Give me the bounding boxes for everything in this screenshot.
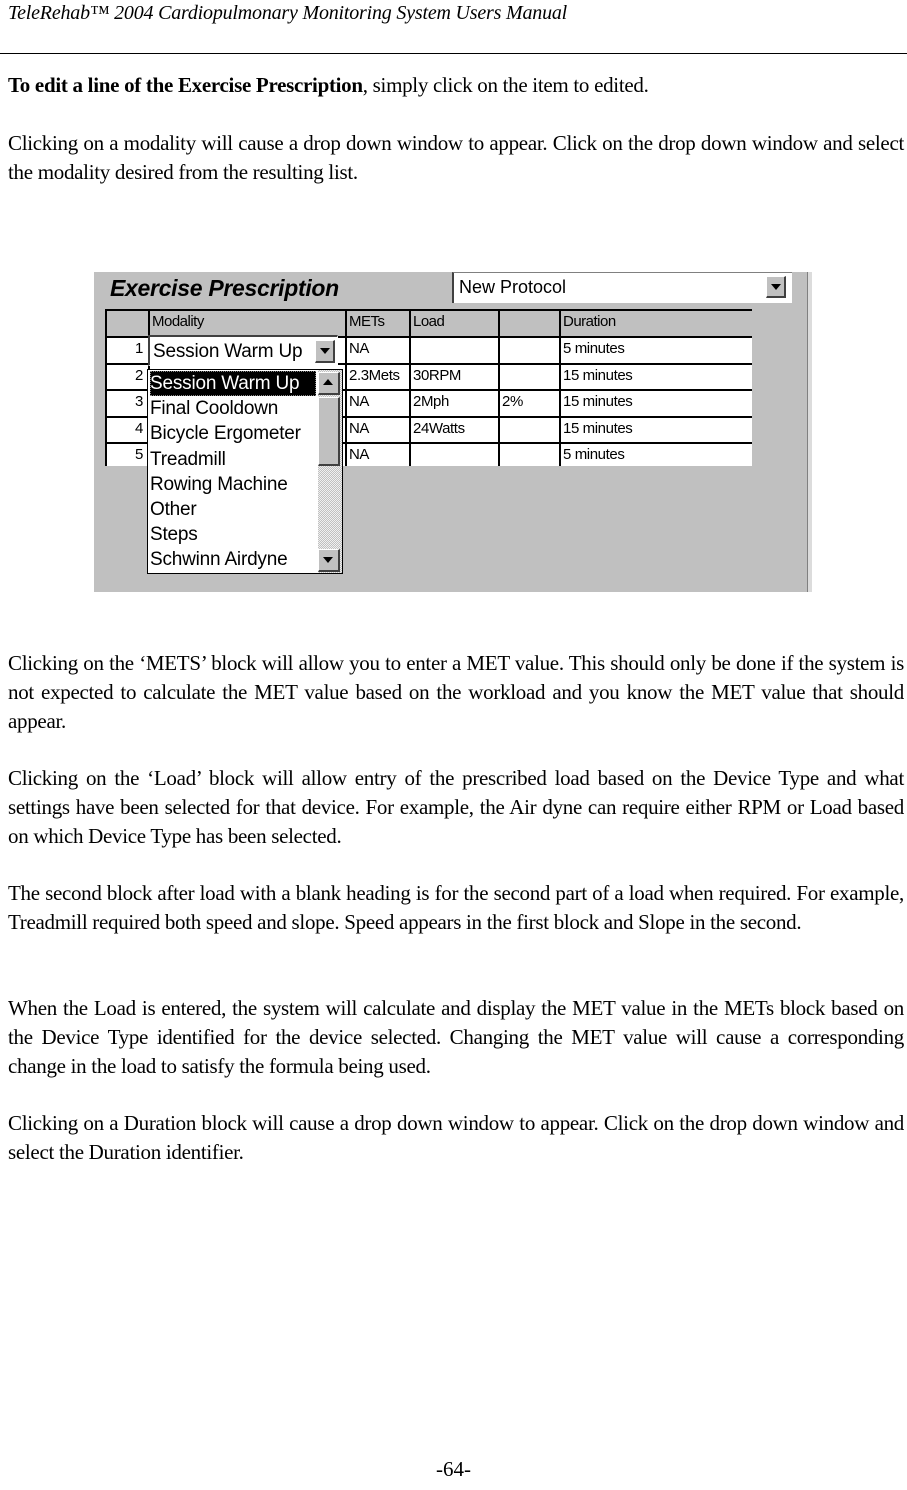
grid-cell-mets[interactable]: NA	[345, 336, 409, 364]
grid-cell-load2[interactable]	[498, 362, 559, 390]
modality-option[interactable]: Schwinn Airdyne	[150, 547, 316, 572]
modality-option[interactable]: Treadmill	[150, 447, 316, 472]
header-cell-load2	[498, 309, 559, 336]
header-cell-modality: Modality	[148, 309, 345, 336]
grid-cell-load2[interactable]	[498, 415, 559, 443]
grid-cell-load2[interactable]: 2%	[498, 389, 559, 417]
header-cell-mets: METs	[345, 309, 409, 336]
modality-option[interactable]: Steps	[150, 522, 316, 547]
scroll-up-button[interactable]	[318, 372, 340, 395]
protocol-value: New Protocol	[459, 277, 567, 297]
modality-option[interactable]: Other	[150, 497, 316, 522]
modality-option[interactable]: Bicycle Ergometer	[150, 421, 316, 446]
modality-option[interactable]: Final Cooldown	[150, 396, 316, 421]
paragraph-duration: Clicking on a Duration block will cause …	[8, 1111, 904, 1164]
paragraph-text: , simply click on the item to edited.	[362, 73, 649, 97]
panel-edge	[807, 272, 812, 592]
header-cell-load: Load	[409, 309, 498, 336]
exercise-prescription-screenshot: Exercise Prescription New Protocol Modal…	[94, 272, 812, 592]
panel-title: Exercise Prescription	[110, 275, 339, 301]
protocol-select[interactable]: New Protocol	[452, 272, 792, 303]
grid-cell-num: 4	[105, 415, 148, 443]
chevron-down-icon	[323, 557, 333, 563]
grid-cell-load[interactable]	[409, 336, 498, 364]
grid-cell-mets[interactable]: NA	[345, 442, 409, 466]
chevron-up-icon	[323, 379, 333, 385]
grid-cell-num: 3	[105, 389, 148, 417]
grid-cell-mets[interactable]: NA	[345, 389, 409, 417]
document-header: TeleRehab™ 2004 Cardiopulmonary Monitori…	[8, 2, 568, 24]
grid-cell-duration[interactable]: 15 minutes	[559, 415, 752, 443]
modality-option[interactable]: Session Warm Up	[150, 371, 316, 396]
paragraph-mets: Clicking on the ‘METS’ block will allow …	[8, 651, 904, 733]
grid-cell-duration[interactable]: 5 minutes	[559, 442, 752, 466]
grid-cell-load[interactable]: 2Mph	[409, 389, 498, 417]
grid-cell-load[interactable]	[409, 442, 498, 466]
paragraph-second-block: The second block after load with a blank…	[8, 881, 904, 934]
grid-cell-mets[interactable]: 2.3Mets	[345, 362, 409, 390]
grid-cell-num: 1	[105, 336, 148, 364]
modality-dropdown-list[interactable]: Schwinn Airdyne Steps Other Rowing Machine T…	[147, 369, 343, 574]
grid-cell-load[interactable]: 30RPM	[409, 362, 498, 390]
chevron-down-icon	[320, 348, 330, 354]
list-scrollbar[interactable]	[318, 370, 342, 573]
header-rule	[0, 53, 907, 54]
scroll-thumb[interactable]	[318, 397, 340, 466]
modality-combo[interactable]: Session Warm Up	[148, 335, 338, 366]
header-cell-index	[105, 309, 148, 336]
modality-dropdown-button[interactable]	[315, 340, 335, 363]
grid-cell-load2[interactable]	[498, 442, 559, 466]
modality-combo-value: Session Warm Up	[153, 341, 303, 362]
protocol-dropdown-button[interactable]	[766, 276, 786, 298]
grid-cell-load2[interactable]	[498, 336, 559, 364]
bold-lead: To edit a line of the Exercise Prescript…	[8, 73, 363, 97]
header-cell-duration: Duration	[559, 309, 752, 336]
grid-cell-duration[interactable]: 5 minutes	[559, 336, 752, 364]
grid-cell-num: 2	[105, 362, 148, 390]
grid-cell-num: 5	[105, 442, 148, 466]
paragraph-edit-line: To edit a line of the Exercise Prescript…	[8, 71, 904, 100]
paragraph-load: Clicking on the ‘Load’ block will allow …	[8, 766, 904, 848]
grid-cell-duration[interactable]: 15 minutes	[559, 389, 752, 417]
chevron-down-icon	[771, 284, 781, 290]
grid-cell-mets[interactable]: NA	[345, 415, 409, 443]
grid-cell-duration[interactable]: 15 minutes	[559, 362, 752, 390]
paragraph-modality: Clicking on a modality will cause a drop…	[8, 131, 904, 184]
paragraph-load-entered: When the Load is entered, the system wil…	[8, 996, 904, 1078]
modality-option[interactable]: Rowing Machine	[150, 472, 316, 497]
page-number: -64-	[436, 1457, 471, 1481]
grid-cell-load[interactable]: 24Watts	[409, 415, 498, 443]
scroll-down-button[interactable]	[318, 549, 340, 572]
